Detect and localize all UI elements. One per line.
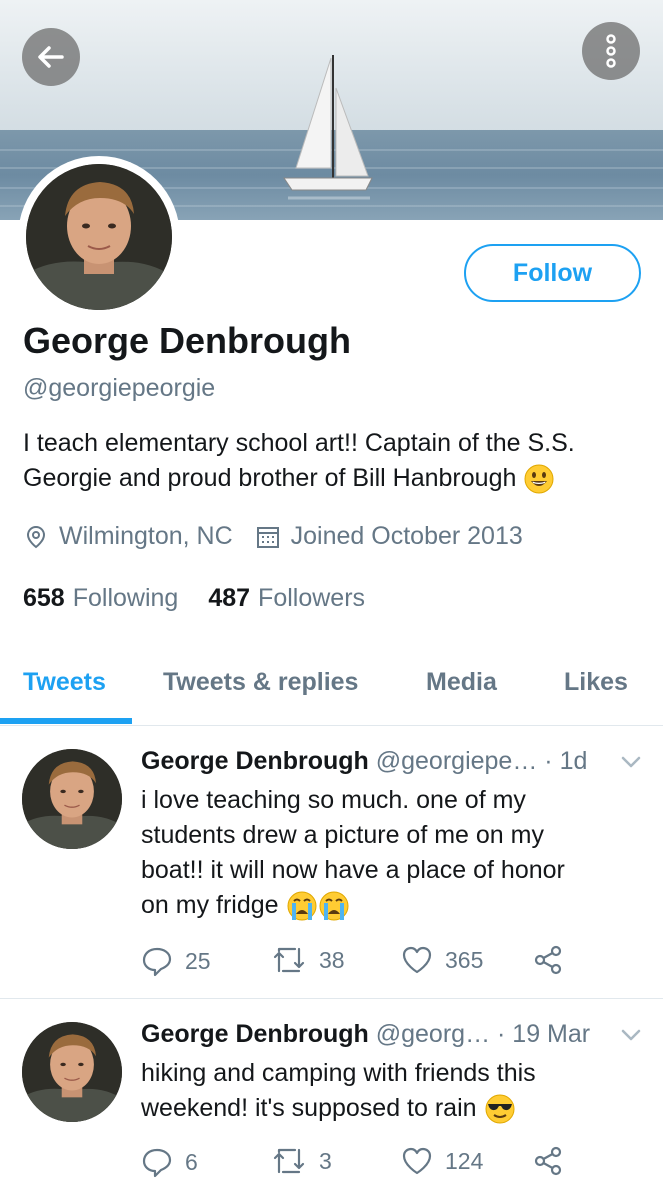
retweet-button[interactable]: 3: [271, 1146, 332, 1176]
calendar-icon: [256, 526, 279, 548]
reply-button[interactable]: 6: [141, 1146, 198, 1178]
reply-button[interactable]: 25: [141, 945, 211, 977]
tweet-author-handle[interactable]: @georg…: [376, 1020, 490, 1048]
tweet-line: i love teaching so much. one of my: [141, 786, 526, 814]
profile-bio: I teach elementary school art!! Captain …: [23, 426, 643, 496]
share-button[interactable]: [533, 1146, 575, 1176]
share-button[interactable]: [533, 945, 575, 975]
tweet[interactable]: George Denbrough @georg… · 19 Mar hiking…: [0, 1000, 663, 1200]
tweet-line: weekend! it's supposed to rain: [141, 1094, 477, 1122]
bio-line-2-text: Georgie and proud brother of Bill Hanbro…: [23, 464, 517, 492]
like-count: 365: [445, 946, 484, 973]
like-button[interactable]: 124: [401, 1146, 483, 1176]
tweet-line: on my fridge: [141, 891, 279, 919]
reply-icon: [142, 947, 172, 977]
share-icon: [534, 945, 562, 975]
tweet-header: George Denbrough @georg… · 19 Mar: [141, 1020, 590, 1049]
tweet-author-handle[interactable]: @georgiepe…: [376, 747, 538, 775]
location-pin-icon: [26, 525, 46, 548]
joined-date: Joined October 2013: [255, 522, 523, 551]
avatar-photo: [22, 749, 122, 849]
sunglasses-face-emoji-icon: [485, 1094, 514, 1124]
tab-likes[interactable]: Likes: [564, 668, 628, 697]
reply-icon: [142, 1148, 172, 1178]
share-icon: [534, 1146, 562, 1176]
location: Wilmington, NC: [23, 522, 233, 551]
tweet-author-name[interactable]: George Denbrough: [141, 747, 369, 775]
followers-count: 487: [208, 584, 251, 612]
tweet-avatar[interactable]: [22, 1022, 122, 1122]
retweet-button[interactable]: 38: [271, 945, 345, 975]
avatar-photo: [22, 1022, 122, 1122]
tweet-text: i love teaching so much. one of my stude…: [141, 783, 646, 923]
like-button[interactable]: 365: [401, 945, 483, 975]
tab-tweets[interactable]: Tweets: [23, 668, 106, 697]
joined-text: Joined October 2013: [290, 522, 523, 550]
reply-count: 25: [185, 947, 211, 974]
like-count: 124: [445, 1147, 484, 1174]
tweet-timestamp[interactable]: · 19 Mar: [497, 1020, 590, 1048]
chevron-down-icon[interactable]: [620, 1028, 642, 1042]
tweet-actions: 6 3 124: [141, 1146, 641, 1182]
bio-line-1: I teach elementary school art!! Captain …: [23, 429, 575, 457]
follow-button[interactable]: Follow: [464, 244, 641, 302]
profile-avatar[interactable]: [18, 156, 180, 318]
profile-name: George Denbrough: [23, 320, 352, 361]
retweet-icon: [273, 1148, 305, 1174]
active-tab-indicator: [0, 718, 132, 724]
avatar-photo: [26, 164, 172, 310]
more-vertical-icon: [606, 34, 616, 68]
back-button[interactable]: [22, 28, 80, 86]
bio-line-2: Georgie and proud brother of Bill Hanbro…: [23, 461, 643, 496]
retweet-icon: [273, 947, 305, 973]
tweet-avatar[interactable]: [22, 749, 122, 849]
followers-label: Followers: [258, 584, 366, 612]
profile-meta: Wilmington, NC Joined October 2013: [23, 522, 545, 551]
profile-stats: 658 Following 487 Followers: [23, 584, 395, 613]
following-label: Following: [72, 584, 179, 612]
grinning-face-emoji-icon: [524, 464, 554, 494]
tweet-actions: 25 38 365: [141, 945, 641, 981]
tweet-line-with-emoji: weekend! it's supposed to rain: [141, 1091, 646, 1126]
tweet-line: boat!! it will now have a place of honor: [141, 856, 565, 884]
profile-handle: @georgiepeorgie: [23, 374, 216, 402]
reply-count: 6: [185, 1148, 198, 1175]
retweet-count: 3: [319, 1147, 332, 1174]
following-count: 658: [23, 584, 65, 612]
chevron-down-icon[interactable]: [620, 755, 642, 769]
crying-face-emoji-icon: [287, 891, 349, 921]
profile-tabs: Tweets Tweets & replies Media Likes: [0, 648, 663, 726]
tweet-line: students drew a picture of me on my: [141, 821, 544, 849]
followers-link[interactable]: 487 Followers: [208, 584, 365, 613]
retweet-count: 38: [319, 946, 345, 973]
location-text: Wilmington, NC: [59, 522, 233, 550]
tweet-header: George Denbrough @georgiepe… · 1d: [141, 747, 587, 776]
tweet-text: hiking and camping with friends this wee…: [141, 1056, 646, 1126]
heart-icon: [402, 946, 432, 974]
tweet[interactable]: George Denbrough @georgiepe… · 1d i love…: [0, 727, 663, 999]
tweet-line: hiking and camping with friends this: [141, 1059, 536, 1087]
tweet-line-with-emoji: on my fridge: [141, 888, 646, 923]
heart-icon: [402, 1147, 432, 1175]
tweet-timestamp[interactable]: · 1d: [544, 747, 587, 775]
tweet-author-name[interactable]: George Denbrough: [141, 1020, 369, 1048]
tab-tweets-replies[interactable]: Tweets & replies: [163, 668, 358, 697]
more-options-button[interactable]: [582, 22, 640, 80]
arrow-left-icon: [38, 46, 64, 68]
following-link[interactable]: 658 Following: [23, 584, 178, 613]
tab-media[interactable]: Media: [426, 668, 497, 697]
